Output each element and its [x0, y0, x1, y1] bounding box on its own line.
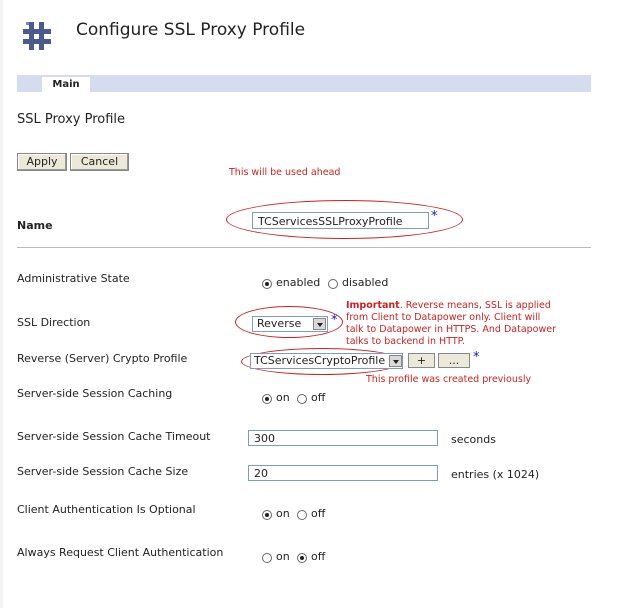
tab-main[interactable]: Main [42, 77, 90, 92]
chevron-down-icon [389, 355, 402, 367]
client-auth-optional-label: Client Authentication Is Optional [17, 503, 196, 516]
cache-size-label: Server-side Session Cache Size [17, 465, 189, 478]
ssl-direction-label: SSL Direction [17, 316, 91, 329]
page-title: Configure SSL Proxy Profile [76, 20, 306, 40]
session-caching-on-label: on [276, 391, 290, 404]
tab-bar [17, 75, 591, 92]
ssl-direction-value: Reverse [257, 317, 302, 330]
ssl-direction-required-marker: * [331, 313, 338, 328]
divider [17, 247, 591, 248]
annotation-used-ahead: This will be used ahead [229, 167, 341, 178]
always-request-on-radio[interactable] [262, 553, 272, 563]
apply-button[interactable]: Apply [17, 153, 67, 171]
client-auth-optional-on-label: on [276, 507, 290, 520]
admin-state-disabled-label: disabled [342, 276, 389, 289]
always-request-on-label: on [276, 550, 290, 563]
session-caching-on-radio[interactable] [262, 394, 272, 404]
annotation-important-line: talk to Datapower in HTTPS. And Datapowe… [346, 324, 557, 335]
admin-state-label: Administrative State [17, 272, 130, 285]
client-auth-optional-on-radio[interactable] [262, 510, 272, 520]
edit-crypto-profile-button[interactable]: ... [438, 353, 470, 368]
annotation-created-previously: This profile was created previously [366, 374, 532, 385]
cache-timeout-unit: seconds [451, 433, 496, 446]
client-auth-optional-off-label: off [311, 507, 326, 520]
admin-state-enabled-label: enabled [276, 276, 321, 289]
chevron-down-icon [313, 318, 326, 330]
session-caching-label: Server-side Session Caching [17, 387, 173, 400]
cache-timeout-label: Server-side Session Cache Timeout [17, 430, 211, 443]
datapower-logo-icon [23, 22, 51, 50]
annotation-important-line: . Reverse means, SSL is applied [399, 300, 551, 311]
always-request-off-radio[interactable] [297, 553, 307, 563]
crypto-profile-select[interactable]: TCServicesCryptoProfile [250, 353, 403, 369]
always-request-label: Always Request Client Authentication [17, 546, 224, 559]
session-caching-off-radio[interactable] [297, 394, 307, 404]
annotation-important-line: from Client to Datapower only. Client wi… [346, 312, 541, 323]
cancel-button[interactable]: Cancel [70, 153, 129, 171]
left-edge [0, 0, 3, 608]
section-title: SSL Proxy Profile [17, 112, 126, 127]
always-request-off-label: off [311, 550, 326, 563]
name-input[interactable]: TCServicesSSLProxyProfile [252, 212, 429, 229]
add-crypto-profile-button[interactable]: + [408, 353, 435, 368]
name-required-marker: * [431, 209, 438, 224]
annotation-important-line: talks to backend in HTTP. [346, 336, 465, 347]
ssl-direction-select[interactable]: Reverse [252, 316, 328, 332]
crypto-profile-label: Reverse (Server) Crypto Profile [17, 352, 188, 365]
session-caching-off-label: off [311, 391, 326, 404]
client-auth-optional-off-radio[interactable] [297, 510, 307, 520]
cache-size-unit: entries (x 1024) [451, 468, 540, 481]
name-label: Name [17, 219, 53, 232]
admin-state-enabled-radio[interactable] [262, 279, 272, 289]
cache-size-input[interactable]: 20 [248, 465, 438, 481]
annotation-important: Important. Reverse means, SSL is applied… [346, 300, 556, 348]
crypto-profile-required-marker: * [473, 350, 480, 365]
cache-timeout-input[interactable]: 300 [248, 430, 438, 446]
annotation-important-bold: Important [346, 300, 400, 311]
admin-state-disabled-radio[interactable] [328, 279, 338, 289]
crypto-profile-value: TCServicesCryptoProfile [254, 354, 386, 367]
